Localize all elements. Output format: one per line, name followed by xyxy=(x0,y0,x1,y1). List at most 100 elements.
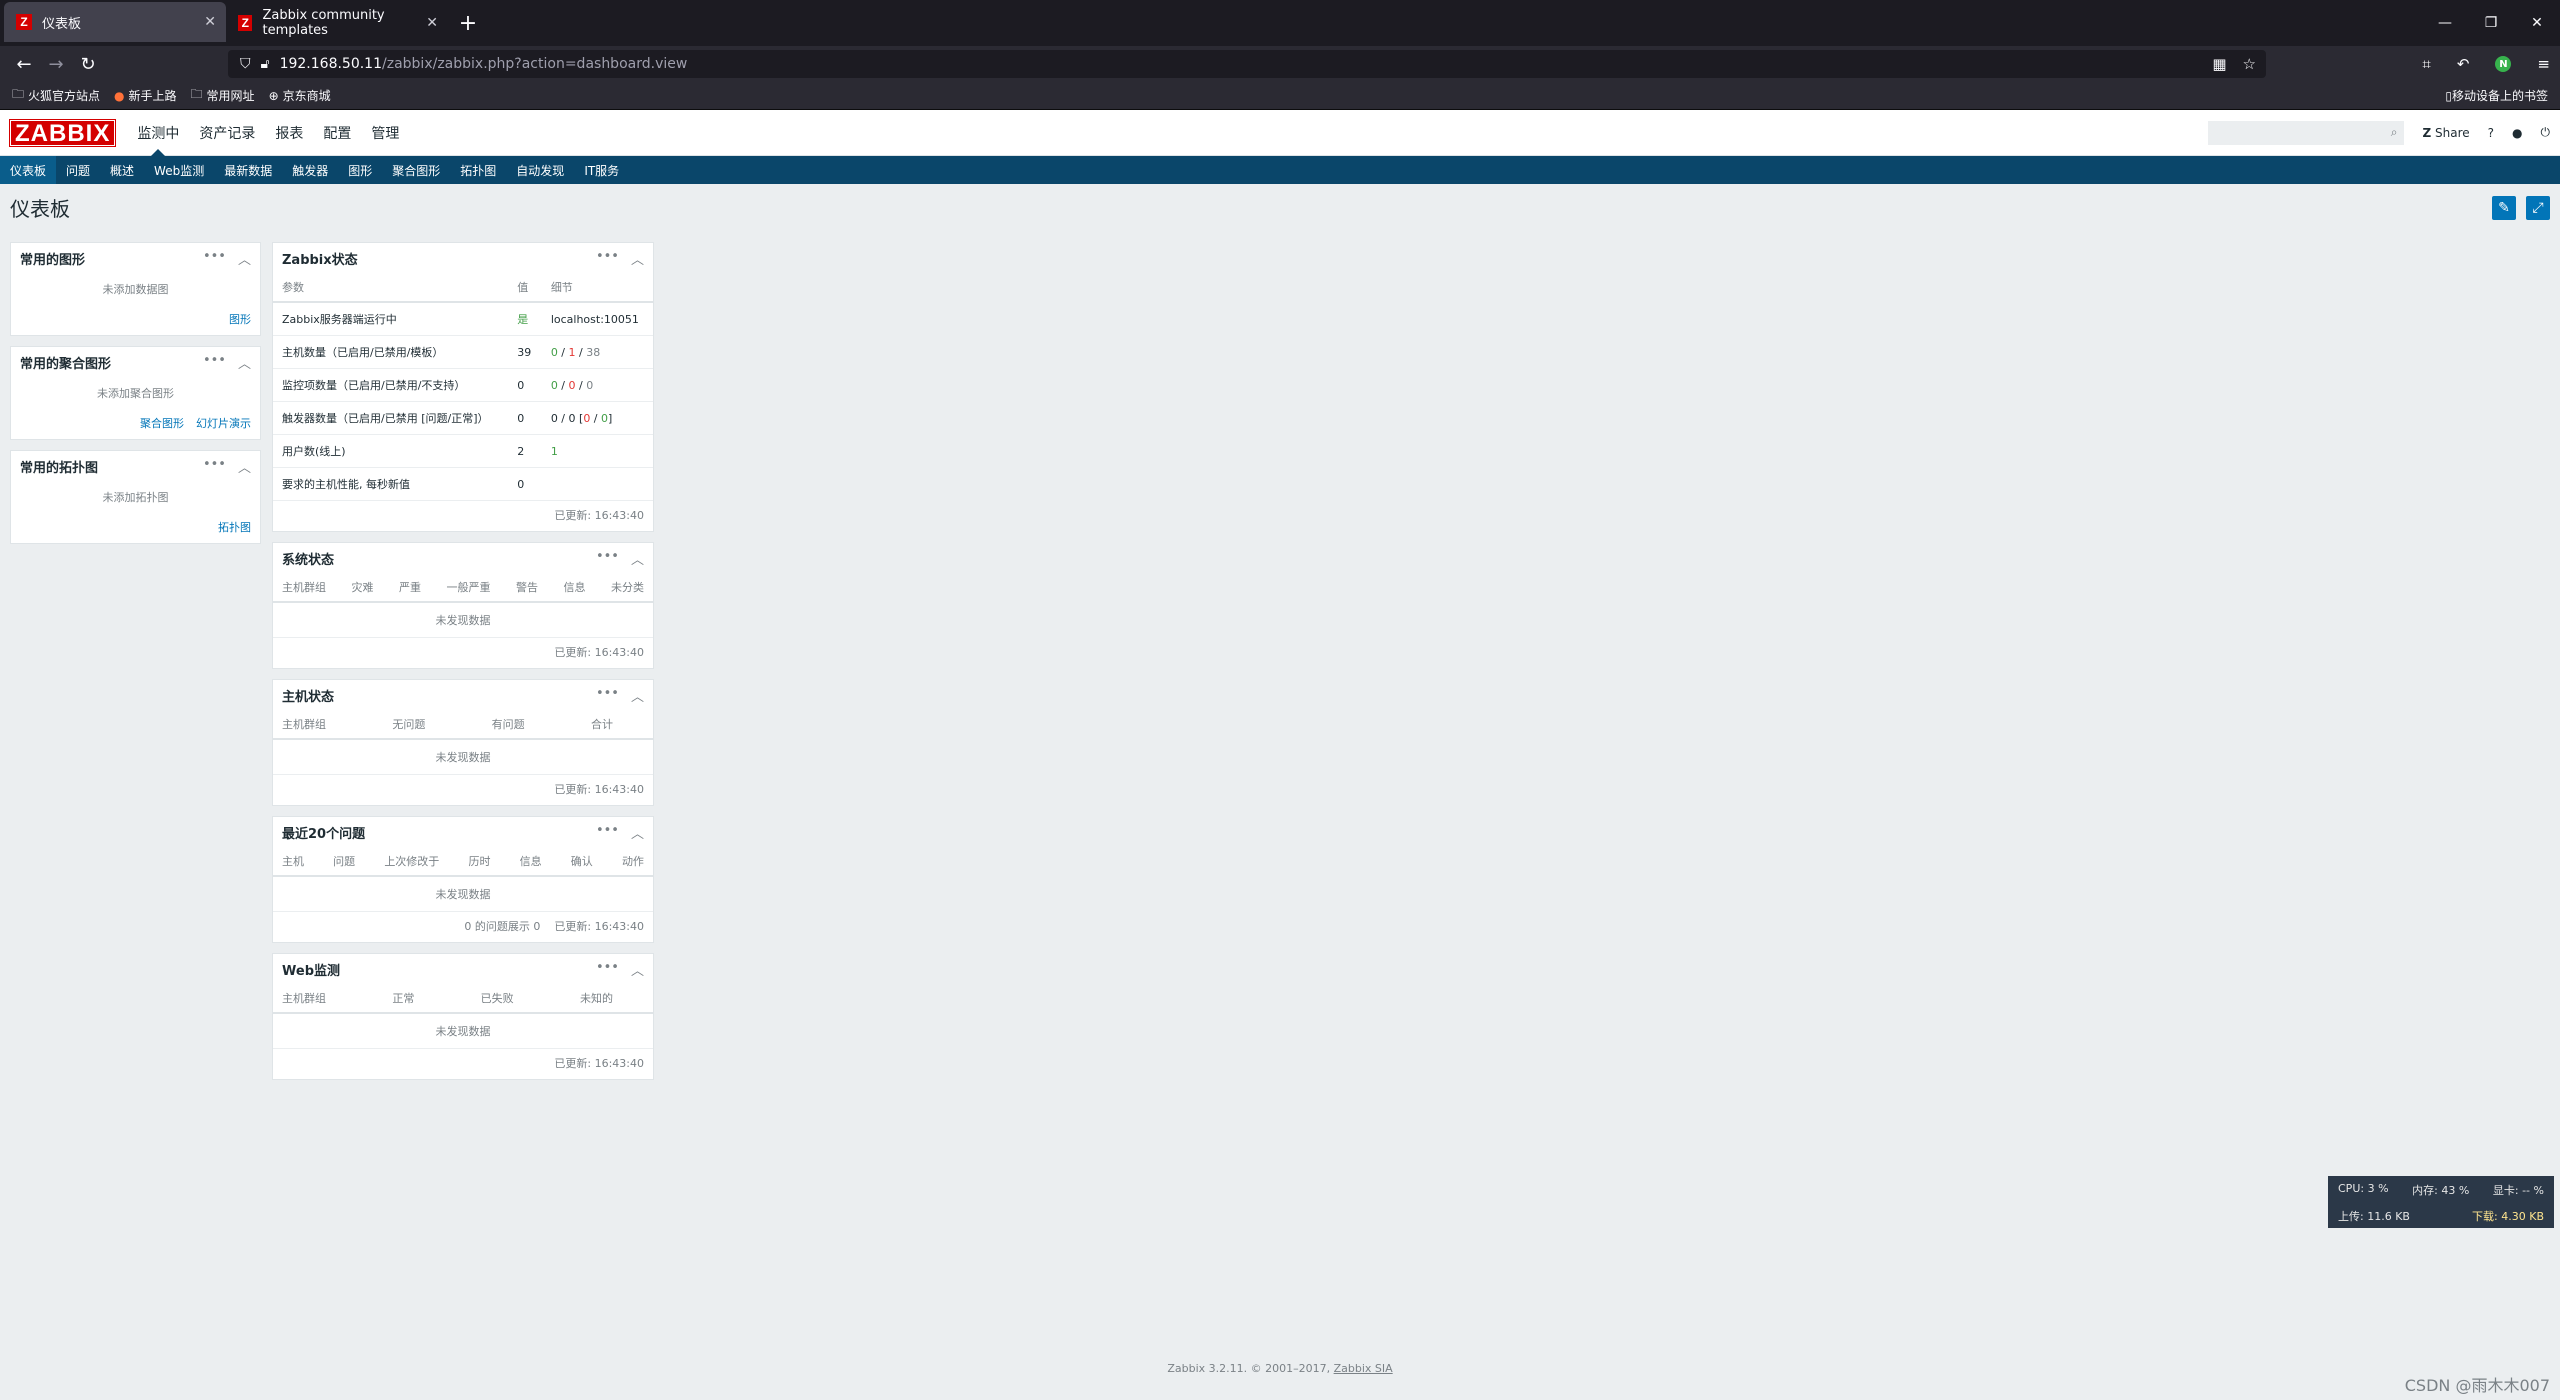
lock-icon[interactable]: 🔓︎ xyxy=(261,56,270,72)
widget-menu-icon[interactable]: ••• xyxy=(203,249,226,268)
close-tab-icon[interactable]: ✕ xyxy=(426,15,438,31)
search-icon[interactable]: ⌕ xyxy=(2391,125,2398,140)
shield-icon[interactable]: ⛉ xyxy=(240,56,251,72)
share-button[interactable]: Z Share xyxy=(2422,126,2469,140)
widget-menu-icon[interactable]: ••• xyxy=(596,549,619,568)
qr-code-icon[interactable]: ▦ xyxy=(2212,55,2226,73)
user-profile-icon[interactable]: ● xyxy=(2512,126,2522,140)
widget-menu-icon[interactable]: ••• xyxy=(596,823,619,842)
updated-time: 已更新: 16:43:40 xyxy=(554,646,644,659)
col-header: 无问题 xyxy=(392,718,426,731)
menu-administration[interactable]: 管理 xyxy=(361,110,409,156)
bookmark-item[interactable]: ⊕ 京东商城 xyxy=(269,87,331,104)
col-header: 未分类 xyxy=(611,581,644,594)
collapse-icon[interactable]: ︿ xyxy=(631,823,644,842)
value-cell: 0 xyxy=(508,467,542,501)
widget-menu-icon[interactable]: ••• xyxy=(203,353,226,372)
table-row: Zabbix服务器端运行中 是 localhost:10051 xyxy=(273,302,653,336)
submenu-problems[interactable]: 问题 xyxy=(56,156,100,184)
unsupported-count: 0 xyxy=(586,378,594,392)
widget-menu-icon[interactable]: ••• xyxy=(596,960,619,979)
browser-tab-templates[interactable]: Z Zabbix community templates ✕ xyxy=(226,0,448,46)
fullscreen-icon[interactable]: ⤢ xyxy=(2526,196,2550,220)
submenu-dashboard[interactable]: 仪表板 xyxy=(0,156,57,184)
bookmark-item[interactable]: 🗀 常用网址 xyxy=(191,85,255,106)
edit-dashboard-icon[interactable]: ✎ xyxy=(2492,196,2516,220)
submenu-triggers[interactable]: 触发器 xyxy=(282,156,338,184)
submenu-latest-data[interactable]: 最新数据 xyxy=(214,156,282,184)
param-cell: 要求的主机性能, 每秒新值 xyxy=(273,467,509,501)
bookmark-item[interactable]: 🗀 火狐官方站点 xyxy=(12,85,100,106)
zabbix-sia-link[interactable]: Zabbix SIA xyxy=(1334,1362,1393,1375)
updated-time: 已更新: 16:43:40 xyxy=(554,509,644,522)
enabled-count: 0 xyxy=(550,345,558,359)
widget-menu-icon[interactable]: ••• xyxy=(596,249,619,268)
collapse-icon[interactable]: ︿ xyxy=(238,457,251,476)
submenu-graphs[interactable]: 图形 xyxy=(338,156,382,184)
sign-out-icon[interactable]: ⏻ xyxy=(2541,125,2551,140)
submenu-web[interactable]: Web监测 xyxy=(144,156,214,184)
widget-menu-icon[interactable]: ••• xyxy=(596,686,619,705)
bookmark-star-icon[interactable]: ☆ xyxy=(2243,55,2256,73)
help-button[interactable]: ? xyxy=(2488,126,2494,140)
mobile-bookmarks[interactable]: ▯ 移动设备上的书签 xyxy=(2445,87,2548,104)
bookmark-item[interactable]: ● 新手上路 xyxy=(114,87,177,104)
maps-link[interactable]: 拓扑图 xyxy=(218,521,251,534)
menu-monitoring[interactable]: 监测中 xyxy=(127,110,189,156)
widget-title: 最近20个问题 xyxy=(282,826,366,842)
widget-title: Web监测 xyxy=(282,963,340,979)
collapse-icon[interactable]: ︿ xyxy=(631,549,644,568)
restore-icon[interactable]: ❐ xyxy=(2468,0,2514,46)
undo-icon[interactable]: ↶ xyxy=(2457,55,2470,73)
table-header: 主机群组 无问题 有问题 合计 xyxy=(273,710,653,740)
param-cell: 监控项数量（已启用/已禁用/不支持） xyxy=(273,368,509,402)
watermark: CSDN @雨木木007 xyxy=(2404,1376,2550,1395)
menu-reports[interactable]: 报表 xyxy=(265,110,313,156)
reload-icon[interactable]: ↻ xyxy=(72,50,104,78)
back-icon[interactable]: ← xyxy=(8,50,40,78)
minimize-icon[interactable]: — xyxy=(2422,0,2468,46)
col-header: 主机群组 xyxy=(282,581,326,594)
col-header: 一般严重 xyxy=(446,581,491,594)
collapse-icon[interactable]: ︿ xyxy=(631,960,644,979)
updated-time: 已更新: 16:43:40 xyxy=(554,920,644,933)
screenshot-icon[interactable]: ⌗ xyxy=(2422,55,2430,73)
url-bar[interactable]: ⛉ 🔓︎ 192.168.50.11/zabbix/zabbix.php?act… xyxy=(228,50,2266,78)
new-tab-icon[interactable]: + xyxy=(448,0,488,46)
submenu-maps[interactable]: 拓扑图 xyxy=(450,156,506,184)
value-cell: 是 xyxy=(508,302,542,336)
col-header: 参数 xyxy=(273,273,509,303)
close-tab-icon[interactable]: ✕ xyxy=(204,14,216,30)
collapse-icon[interactable]: ︿ xyxy=(238,353,251,372)
screens-link[interactable]: 聚合图形 xyxy=(140,417,184,430)
template-count: 38 xyxy=(586,345,601,359)
menu-icon[interactable]: ≡ xyxy=(2537,55,2550,73)
submenu-discovery[interactable]: 自动发现 xyxy=(506,156,574,184)
menu-configuration[interactable]: 配置 xyxy=(313,110,361,156)
col-header: 有问题 xyxy=(491,718,525,731)
submenu-overview[interactable]: 概述 xyxy=(100,156,144,184)
graphs-link[interactable]: 图形 xyxy=(229,313,251,326)
extension-icon[interactable]: N xyxy=(2495,56,2512,72)
col-header: 正常 xyxy=(392,992,415,1005)
widget-menu-icon[interactable]: ••• xyxy=(203,457,226,476)
forward-icon[interactable]: → xyxy=(40,50,72,78)
menu-inventory[interactable]: 资产记录 xyxy=(189,110,265,156)
col-header: 主机 xyxy=(282,855,304,868)
collapse-icon[interactable]: ︿ xyxy=(631,686,644,705)
widget-title: Zabbix状态 xyxy=(282,252,358,268)
search-input[interactable]: ⌕ xyxy=(2208,120,2405,145)
browser-tab-dashboard[interactable]: Z 仪表板 ✕ xyxy=(4,2,226,42)
slideshows-link[interactable]: 幻灯片演示 xyxy=(196,417,251,430)
param-cell: Zabbix服务器端运行中 xyxy=(273,302,509,336)
submenu-screens[interactable]: 聚合图形 xyxy=(382,156,450,184)
collapse-icon[interactable]: ︿ xyxy=(631,249,644,268)
collapse-icon[interactable]: ︿ xyxy=(238,249,251,268)
gpu-usage: 显卡: -- % xyxy=(2492,1184,2544,1197)
close-window-icon[interactable]: ✕ xyxy=(2514,0,2560,46)
zabbix-logo[interactable]: ZABBIX xyxy=(8,118,117,147)
left-column: 常用的图形 ••• ︿ 未添加数据图 图形 常用的聚合图形 ••• ︿ 未添加聚合图… xyxy=(10,242,261,554)
enabled-count: 0 xyxy=(550,378,558,392)
col-header: 灾难 xyxy=(351,581,374,594)
submenu-it-services[interactable]: IT服务 xyxy=(574,156,629,184)
